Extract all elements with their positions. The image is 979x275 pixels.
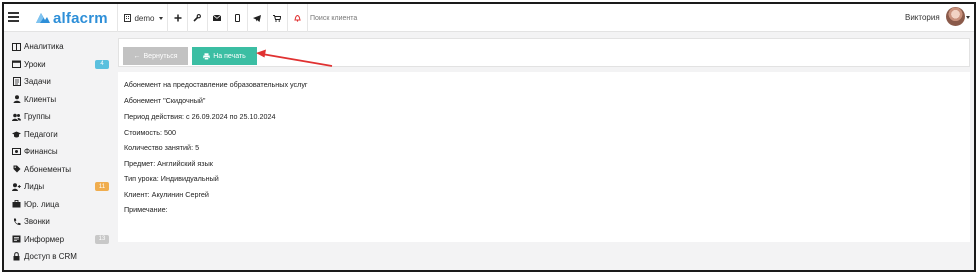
sidebar-item-crm-access[interactable]: Доступ в CRM — [4, 248, 116, 265]
sidebar-item-label: Юр. лица — [24, 199, 60, 209]
logo[interactable]: alfacrm — [35, 9, 108, 27]
logo-text: alfacrm — [53, 9, 108, 27]
money-icon — [12, 147, 21, 156]
divider — [307, 4, 308, 32]
user-plus-icon — [12, 182, 21, 191]
chevron-down-icon — [158, 16, 163, 20]
print-button[interactable]: На печать — [192, 47, 257, 65]
back-button-label: Вернуться — [143, 52, 178, 60]
sidebar-item-label: Лиды — [24, 182, 45, 191]
divider — [167, 4, 168, 32]
sidebar-item-analytics[interactable]: Аналитика — [4, 38, 116, 55]
building-icon — [124, 14, 132, 22]
sidebar-item-label: Аналитика — [24, 42, 64, 51]
app-window: alfacrm demo Поиск клиента Виктория Анал… — [2, 2, 976, 272]
document-title: Абонемент на предоставление образователь… — [124, 80, 308, 89]
search-input[interactable] — [310, 12, 460, 24]
sidebar-item-label: Доступ в CRM — [24, 252, 77, 261]
sidebar-item-leads[interactable]: Лиды 11 — [4, 178, 116, 195]
divider — [117, 4, 118, 32]
cart-icon[interactable] — [268, 4, 286, 32]
mobile-icon[interactable] — [228, 4, 246, 32]
lessons-count-badge: 4 — [95, 59, 109, 69]
print-button-label: На печать — [213, 52, 246, 60]
analytics-icon — [12, 42, 21, 51]
price: Стоимость: 500 — [124, 127, 176, 137]
note: Примечание: — [124, 205, 168, 214]
chevron-down-icon[interactable] — [966, 16, 970, 19]
envelope-icon[interactable] — [208, 4, 226, 32]
users-icon — [12, 112, 21, 121]
validity-period: Период действия: с 26.09.2024 по 25.10.2… — [124, 112, 276, 121]
sidebar-item-label: Педагоги — [24, 129, 58, 139]
avatar[interactable] — [946, 7, 965, 26]
sidebar-item-calls[interactable]: Звонки — [4, 213, 116, 230]
subject: Предмет: Английский язык — [124, 158, 213, 168]
lock-icon — [12, 252, 21, 261]
sidebar-item-tasks[interactable]: Задачи — [4, 73, 116, 90]
sidebar-item-legal-entities[interactable]: Юр. лица — [4, 196, 116, 213]
sidebar-item-label: Задачи — [24, 77, 51, 86]
sidebar-item-subscriptions[interactable]: Абонементы — [4, 161, 116, 178]
branch-selector[interactable]: demo — [121, 4, 166, 32]
sidebar-item-teachers[interactable]: Педагоги — [4, 126, 116, 143]
lesson-type: Тип урока: Индивидуальный — [124, 174, 219, 183]
user-name[interactable]: Виктория — [905, 13, 940, 22]
sidebar-item-label: Информер — [24, 234, 65, 244]
bell-icon[interactable] — [288, 4, 306, 32]
leads-count-badge: 11 — [95, 182, 109, 191]
sidebar-item-label: Клиенты — [24, 94, 57, 104]
sidebar-item-label: Финансы — [24, 147, 58, 156]
newspaper-icon — [12, 235, 21, 244]
sidebar-item-groups[interactable]: Группы — [4, 108, 116, 125]
calendar-icon — [12, 60, 21, 69]
subscription-document: Абонемент на предоставление образователь… — [118, 72, 970, 242]
sidebar-item-clients[interactable]: Клиенты — [4, 91, 116, 108]
client-name: Клиент: Акулинин Сергей — [124, 189, 209, 199]
informer-count-badge: 13 — [95, 234, 109, 244]
branch-label: demo — [134, 13, 155, 23]
sidebar-item-label: Абонементы — [24, 164, 72, 174]
phone-icon — [12, 217, 21, 226]
sidebar-item-label: Уроки — [24, 59, 46, 69]
graduation-cap-icon — [12, 130, 21, 139]
sidebar-item-label: Группы — [24, 112, 51, 121]
plus-icon[interactable] — [169, 4, 187, 32]
menu-toggle-icon[interactable] — [8, 12, 19, 22]
lesson-count: Количество занятий: 5 — [124, 143, 200, 152]
user-icon — [12, 95, 21, 104]
sidebar: Аналитика Уроки 4 Задачи Клиенты Группы … — [4, 32, 116, 270]
logo-icon — [36, 13, 50, 23]
briefcase-icon — [12, 200, 21, 209]
top-bar: alfacrm demo Поиск клиента Виктория — [4, 4, 974, 32]
subscription-name: Абонемент "Скидочный" — [124, 96, 206, 105]
back-button[interactable]: ← Вернуться — [123, 47, 188, 65]
print-icon — [203, 52, 210, 60]
tasks-icon — [12, 77, 21, 86]
sidebar-item-label: Звонки — [24, 217, 50, 226]
wrench-icon[interactable] — [188, 4, 206, 32]
action-bar: ← Вернуться На печать — [118, 38, 970, 67]
tag-icon — [12, 165, 21, 174]
sidebar-item-finance[interactable]: Финансы — [4, 143, 116, 160]
sidebar-item-informer[interactable]: Информер 13 — [4, 231, 116, 248]
arrow-left-icon: ← — [133, 52, 141, 60]
telegram-icon[interactable] — [248, 4, 266, 32]
sidebar-item-lessons[interactable]: Уроки 4 — [4, 56, 116, 73]
